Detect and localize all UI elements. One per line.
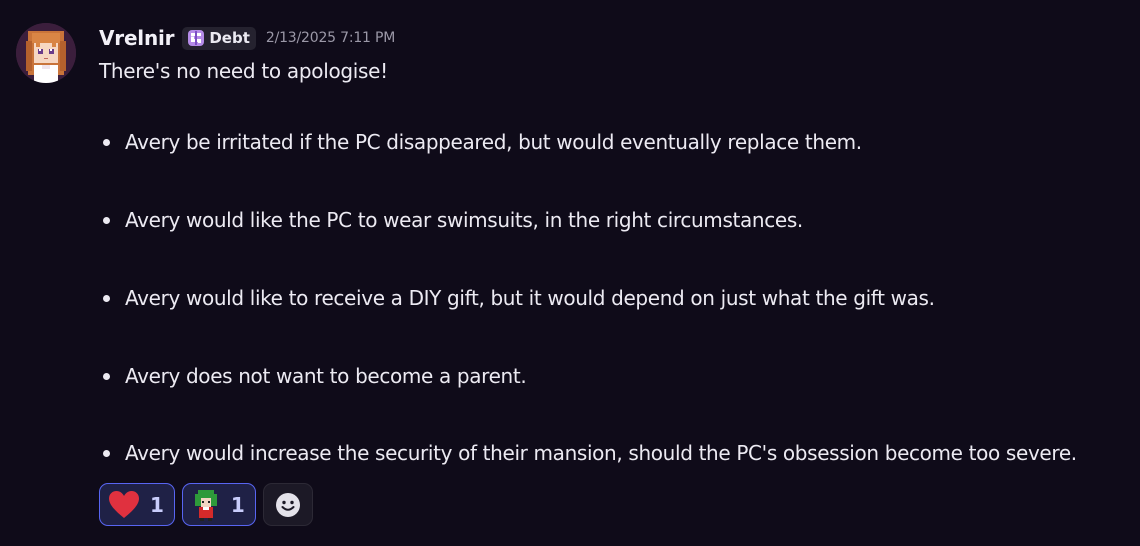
heart-icon [109,490,139,518]
bullet-dot [103,450,110,457]
bullet-dot [103,217,110,224]
bullet-text: Avery would like the PC to wear swimsuit… [125,208,803,232]
add-reaction-icon [275,492,300,517]
bullet-text: Avery be irritated if the PC disappeared… [125,130,862,154]
chat-message: Vrelnir Debt 2/13/2025 7:11 PM There's n… [0,0,1140,546]
message-timestamp[interactable]: 2/13/2025 7:11 PM [266,30,395,46]
reaction-count: 1 [230,492,245,517]
message-intro-text: There's no need to apologise! [99,59,388,83]
message-content: Vrelnir Debt 2/13/2025 7:11 PM There's n… [99,22,1129,85]
reaction-count: 1 [150,492,164,517]
guild-tag[interactable]: Debt [182,26,256,50]
guild-tag-icon [188,30,205,46]
bullet-dot [103,139,110,146]
bullet-dot [103,295,110,302]
bullet-dot [103,373,110,380]
avatar[interactable] [16,23,76,83]
bullet-text: Avery would increase the security of the… [125,441,1077,465]
add-reaction-button[interactable] [262,483,313,526]
pixel-character-emoji [194,489,217,521]
reaction-heart[interactable]: 1 [99,483,175,526]
reaction-custom-emoji[interactable]: 1 [181,483,256,526]
bullet-text: Avery does not want to become a parent. [125,364,527,388]
message-header: Vrelnir Debt 2/13/2025 7:11 PM [99,22,1129,54]
reactions-bar: 1 1 [99,483,313,526]
bullet-text: Avery would like to receive a DIY gift, … [125,286,935,310]
username[interactable]: Vrelnir [99,26,175,50]
guild-tag-label: Debt [209,29,250,47]
avatar-image [16,23,76,83]
